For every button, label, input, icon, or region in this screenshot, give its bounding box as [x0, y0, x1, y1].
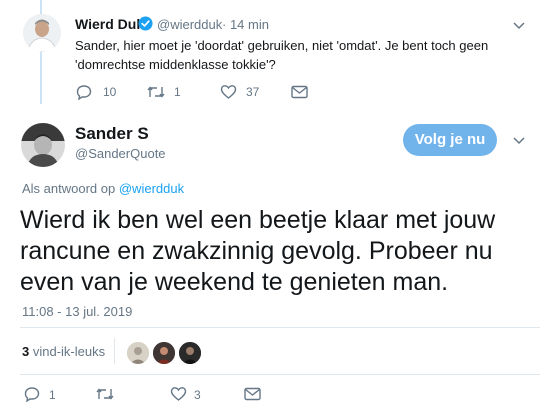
reply-to-prefix: Als antwoord op	[22, 181, 116, 196]
heart-icon[interactable]	[170, 386, 187, 402]
divider-top	[20, 327, 540, 328]
liker-avatar-2[interactable]	[151, 340, 177, 366]
retweet-count: 1	[174, 85, 181, 99]
main-tweet-text: Wierd ik ben wel een beetje klaar met jo…	[20, 206, 496, 296]
reply-icon[interactable]	[76, 84, 92, 100]
like-count: 37	[246, 85, 260, 99]
reply-count: 10	[103, 85, 117, 99]
mail-icon[interactable]	[291, 85, 308, 99]
reply-time[interactable]: · 14 min	[222, 17, 269, 32]
chevron-down-icon[interactable]	[513, 22, 525, 30]
main-like-count: 3	[194, 388, 201, 402]
sander-s-avatar[interactable]	[21, 123, 65, 167]
main-author-handle[interactable]: @SanderQuote	[75, 146, 166, 161]
main-reply-count: 1	[49, 388, 56, 402]
liker-avatar-3[interactable]	[177, 340, 203, 366]
reply-icon[interactable]	[24, 386, 40, 402]
reply-to-line: Als antwoord op @wierdduk	[22, 181, 184, 196]
reply-author-handle[interactable]: @wierdduk	[157, 17, 222, 32]
heart-icon[interactable]	[220, 84, 237, 100]
divider-bottom	[20, 374, 540, 375]
reply-tweet-text-line1: Sander, hier moet je 'doordat' gebruiken…	[75, 38, 489, 53]
likes-label: vind-ik-leuks	[32, 344, 106, 359]
mail-icon[interactable]	[244, 387, 261, 401]
reply-to-handle[interactable]: @wierdduk	[119, 181, 184, 196]
retweet-icon[interactable]	[95, 386, 115, 402]
follow-button[interactable]: Volg je nu	[403, 124, 497, 156]
verified-badge-icon	[138, 16, 153, 31]
main-author-name[interactable]: Sander S	[75, 124, 149, 144]
vertical-divider	[114, 338, 115, 364]
reply-tweet-text-line2: 'domrechtse middenklasse tokkie'?	[75, 57, 276, 72]
chevron-down-icon[interactable]	[513, 137, 525, 145]
likes-count: 3	[22, 344, 30, 359]
tweet-timestamp[interactable]: 11:08 - 13 jul. 2019	[22, 304, 132, 319]
likes-summary[interactable]: 3 vind-ik-leuks	[22, 344, 105, 359]
wierd-duk-avatar[interactable]	[23, 14, 61, 52]
reply-author-name[interactable]: Wierd Duk	[75, 16, 144, 32]
liker-avatar-1[interactable]	[125, 340, 151, 366]
retweet-icon[interactable]	[146, 84, 166, 100]
